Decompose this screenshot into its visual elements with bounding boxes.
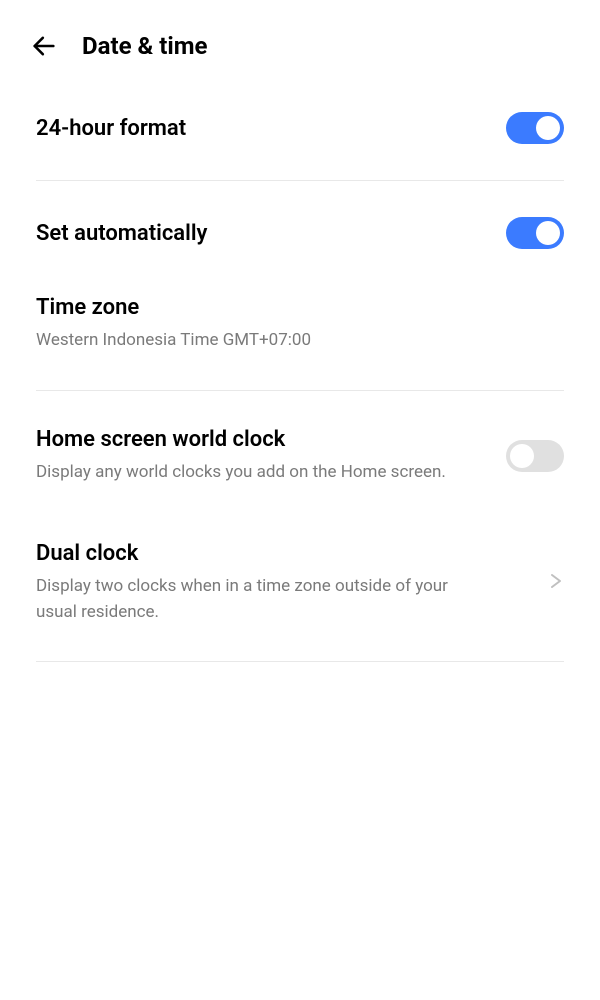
- desc-dual-clock: Display two clocks when in a time zone o…: [36, 574, 456, 625]
- toggle-knob: [536, 221, 560, 245]
- toggle-24hour[interactable]: [506, 112, 564, 144]
- divider: [36, 390, 564, 391]
- page-title: Date & time: [82, 32, 207, 60]
- toggle-knob: [536, 116, 560, 140]
- row-dual-clock[interactable]: Dual clock Display two clocks when in a …: [36, 513, 564, 653]
- toggle-knob: [510, 444, 534, 468]
- desc-home-screen-clock: Display any world clocks you add on the …: [36, 460, 456, 486]
- row-home-screen-world-clock[interactable]: Home screen world clock Display any worl…: [36, 399, 564, 514]
- chevron-right-icon: [548, 569, 564, 597]
- label-dual-clock: Dual clock: [36, 541, 536, 566]
- toggle-set-auto[interactable]: [506, 217, 564, 249]
- label-set-auto: Set automatically: [36, 221, 506, 246]
- row-24hour-format[interactable]: 24-hour format: [36, 84, 564, 172]
- label-home-screen-clock: Home screen world clock: [36, 427, 506, 452]
- row-set-automatically[interactable]: Set automatically: [36, 189, 564, 277]
- settings-content: 24-hour format Set automatically Time zo…: [0, 84, 600, 662]
- value-timezone: Western Indonesia Time GMT+07:00: [36, 328, 456, 354]
- back-arrow-icon[interactable]: [30, 32, 58, 60]
- label-timezone: Time zone: [36, 295, 564, 320]
- label-24hour: 24-hour format: [36, 116, 506, 141]
- divider: [36, 661, 564, 662]
- header: Date & time: [0, 0, 600, 84]
- divider: [36, 180, 564, 181]
- row-timezone[interactable]: Time zone Western Indonesia Time GMT+07:…: [36, 277, 564, 382]
- toggle-home-screen-clock[interactable]: [506, 440, 564, 472]
